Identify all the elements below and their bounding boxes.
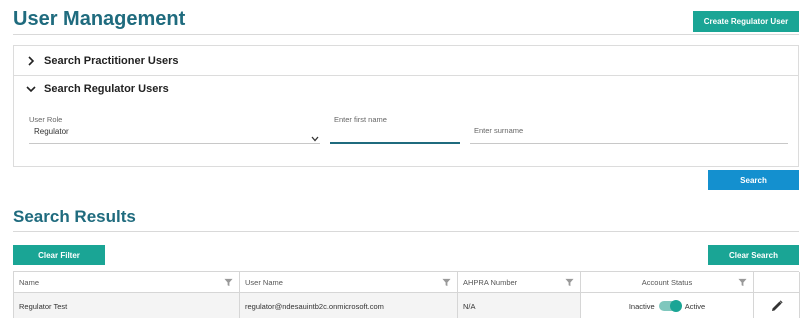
cell-name: Regulator Test: [14, 293, 240, 318]
column-header-actions: [754, 272, 800, 293]
column-header-ahpra-label: AHPRA Number: [463, 277, 518, 287]
title-divider: [13, 34, 799, 35]
accordion-label-regulator: Search Regulator Users: [44, 83, 169, 95]
cell-actions: [754, 293, 800, 318]
toggle-knob: [669, 300, 682, 312]
filter-icon[interactable]: [224, 278, 233, 287]
search-panel: Search Practitioner Users Search Regulat…: [13, 45, 799, 167]
surname-underline: [470, 143, 788, 144]
cell-account-status: Inactive Active: [581, 293, 754, 318]
user-role-underline: [29, 143, 320, 144]
status-active-label: Active: [684, 301, 706, 311]
status-inactive-label: Inactive: [628, 301, 655, 311]
column-header-account-status-label: Account Status: [641, 277, 693, 287]
clear-search-button[interactable]: Clear Search: [708, 245, 799, 265]
chevron-right-icon: [24, 56, 38, 66]
accordion-label-practitioner: Search Practitioner Users: [44, 55, 179, 67]
accordion-search-practitioner-users[interactable]: Search Practitioner Users: [14, 46, 798, 76]
results-divider: [13, 231, 799, 232]
page-title: User Management: [13, 8, 186, 30]
surname-placeholder: Enter surname: [474, 126, 524, 135]
chevron-down-icon: [24, 85, 38, 93]
dropdown-chevron-icon: [311, 129, 319, 147]
column-header-ahpra-number[interactable]: AHPRA Number: [458, 272, 581, 293]
cell-user-name: regulator@ndesauintb2c.onmicrosoft.com: [240, 293, 458, 318]
user-role-value: Regulator: [34, 127, 69, 136]
account-status-toggle[interactable]: [658, 300, 682, 312]
create-regulator-user-button[interactable]: Create Regulator User: [693, 11, 799, 32]
first-name-placeholder: Enter first name: [334, 115, 387, 124]
search-results-title: Search Results: [13, 207, 136, 226]
filter-icon[interactable]: [565, 278, 574, 287]
column-header-user-name[interactable]: User Name: [240, 272, 458, 293]
clear-filter-button[interactable]: Clear Filter: [13, 245, 105, 265]
cell-ahpra-number: N/A: [458, 293, 581, 318]
edit-pencil-icon[interactable]: [771, 300, 783, 312]
results-table: Name User Name AHPRA Number Account Stat…: [13, 271, 800, 318]
search-button[interactable]: Search: [708, 170, 799, 190]
column-header-user-name-label: User Name: [245, 277, 283, 287]
column-header-name[interactable]: Name: [14, 272, 240, 293]
user-role-label: User Role: [29, 115, 63, 124]
first-name-underline: [330, 142, 460, 144]
column-header-account-status[interactable]: Account Status: [581, 272, 754, 293]
filter-icon[interactable]: [738, 278, 747, 287]
accordion-search-regulator-users[interactable]: Search Regulator Users: [14, 74, 798, 104]
filter-icon[interactable]: [442, 278, 451, 287]
column-header-name-label: Name: [19, 277, 40, 287]
